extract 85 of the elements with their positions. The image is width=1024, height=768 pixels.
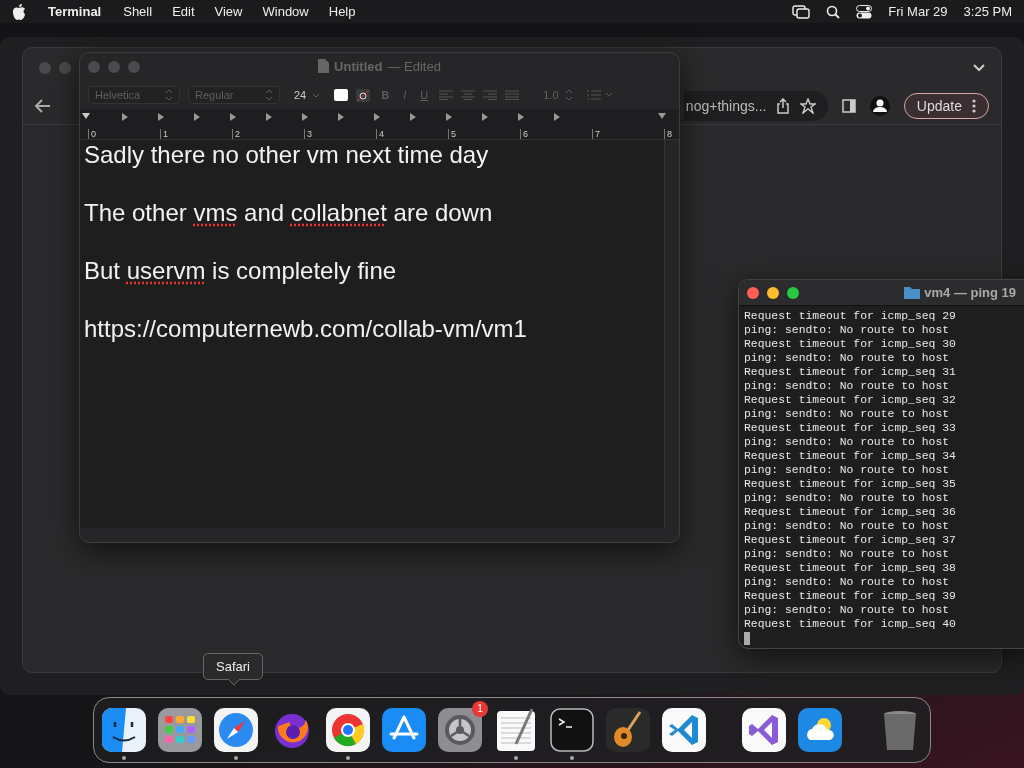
- terminal-line: ping: sendto: No route to host: [744, 379, 951, 393]
- folder-icon: [904, 286, 921, 299]
- terminal-line: Request timeout for icmp_seq 39: [744, 589, 957, 603]
- terminal-line: ping: sendto: No route to host: [744, 323, 951, 337]
- ruler-number: 2: [232, 129, 304, 139]
- side-panel-icon[interactable]: [841, 99, 856, 113]
- address-bar[interactable]: nog+things...: [683, 91, 828, 121]
- a-shape-icon[interactable]: [382, 708, 426, 752]
- menu-bar-time[interactable]: 3:25 PM: [963, 4, 1012, 19]
- terminal-line: Request timeout for icmp_seq 40: [744, 617, 957, 631]
- overlapping-screens-icon[interactable]: [792, 4, 811, 19]
- back-arrow-icon[interactable]: [35, 99, 51, 113]
- document-paragraph: But uservm is completely fine: [84, 256, 398, 285]
- paper-and-pen-icon[interactable]: [494, 708, 538, 752]
- ruler-number: 6: [520, 129, 592, 139]
- terminal-line: ping: sendto: No route to host: [744, 547, 951, 561]
- update-button[interactable]: Update: [903, 93, 989, 119]
- ruler-number: 1: [160, 129, 232, 139]
- address-text: nog+things...: [685, 98, 767, 114]
- terminal-line: Request timeout for icmp_seq 38: [744, 561, 957, 575]
- highlight-color-icon[interactable]: [356, 88, 371, 102]
- profile-icon[interactable]: [869, 96, 890, 116]
- terminal-line: Request timeout for icmp_seq 37: [744, 533, 957, 547]
- terminal-line: Request timeout for icmp_seq 33: [744, 421, 957, 435]
- terminal-line: ping: sendto: No route to host: [744, 603, 951, 617]
- share-icon[interactable]: [776, 98, 791, 114]
- ribbon-icon[interactable]: [742, 708, 786, 752]
- terminal-line: ping: sendto: No route to host: [744, 463, 951, 477]
- terminal-line: Request timeout for icmp_seq 36: [744, 505, 957, 519]
- notification-badge: 1: [472, 701, 488, 717]
- close-button[interactable]: [747, 286, 759, 299]
- terminal-line: Request timeout for icmp_seq 30: [744, 337, 957, 351]
- sun-cloud-icon[interactable]: [798, 708, 842, 752]
- document-paragraph: Sadly there no other vm next time day: [84, 140, 490, 169]
- terminal-line: ping: sendto: No route to host: [744, 407, 951, 421]
- text-cursor: [744, 632, 750, 645]
- up-down-chevron-icon[interactable]: [165, 89, 173, 101]
- up-down-chevron-icon[interactable]: [265, 89, 273, 101]
- menu-item[interactable]: Help: [328, 4, 356, 19]
- menu-bar-date[interactable]: Fri Mar 29: [888, 4, 948, 19]
- search-icon[interactable]: [826, 4, 841, 19]
- menu-item[interactable]: Shell: [123, 4, 153, 19]
- menu-item[interactable]: Edit: [172, 4, 195, 19]
- window-title: Untitled: [334, 59, 383, 74]
- terminal-line: Request timeout for icmp_seq 32: [744, 393, 957, 407]
- window-title: vm4 — ping 19: [924, 285, 1016, 300]
- terminal-line: ping: sendto: No route to host: [744, 575, 951, 589]
- menu-item[interactable]: Window: [262, 4, 309, 19]
- dock-tooltip: Safari: [203, 653, 263, 680]
- terminal-line: Request timeout for icmp_seq 35: [744, 477, 957, 491]
- document-paragraph: https://computernewb.com/collab-vm/vm1: [84, 314, 528, 343]
- document-icon: [318, 59, 330, 73]
- terminal-line: ping: sendto: No route to host: [744, 351, 951, 365]
- ruler-number: 3: [304, 129, 376, 139]
- compass-icon[interactable]: [214, 708, 258, 752]
- guitar-icon[interactable]: [606, 708, 650, 752]
- terminal-prompt-icon[interactable]: [550, 708, 594, 752]
- ruler-number: 4: [376, 129, 448, 139]
- scrollbar-track[interactable]: [664, 140, 679, 528]
- tooltip-pointer: [228, 679, 240, 686]
- terminal-line: Request timeout for icmp_seq 34: [744, 449, 957, 463]
- ribbon-icon[interactable]: [662, 708, 706, 752]
- font-size-dropdown[interactable]: 24: [288, 87, 327, 103]
- app-grid-icon[interactable]: [158, 708, 202, 752]
- terminal-line: Request timeout for icmp_seq 29: [744, 309, 957, 323]
- minimize-button[interactable]: [767, 286, 779, 299]
- ruler-number: 0: [88, 129, 160, 139]
- terminal-line: ping: sendto: No route to host: [744, 435, 951, 449]
- document-paragraph: The other vms and collabnet are down: [84, 198, 494, 227]
- ruler-number: 7: [592, 129, 664, 139]
- apple-logo-icon[interactable]: [12, 3, 26, 20]
- control-center-icon[interactable]: [856, 4, 873, 19]
- star-icon[interactable]: [800, 98, 817, 114]
- zoom-button[interactable]: [787, 286, 799, 299]
- terminal-line: Request timeout for icmp_seq 31: [744, 365, 957, 379]
- smiling-face-icon[interactable]: [102, 708, 146, 752]
- edited-status: — Edited: [387, 59, 441, 74]
- app-menu[interactable]: Terminal: [46, 2, 104, 21]
- more-options-icon[interactable]: [972, 99, 976, 113]
- terminal-line: ping: sendto: No route to host: [744, 519, 951, 533]
- ruler-number: 8: [664, 129, 679, 139]
- ruler-number: 5: [448, 129, 520, 139]
- terminal-line: ping: sendto: No route to host: [744, 491, 951, 505]
- menu-item[interactable]: View: [214, 4, 243, 19]
- text-color-well[interactable]: [334, 89, 349, 101]
